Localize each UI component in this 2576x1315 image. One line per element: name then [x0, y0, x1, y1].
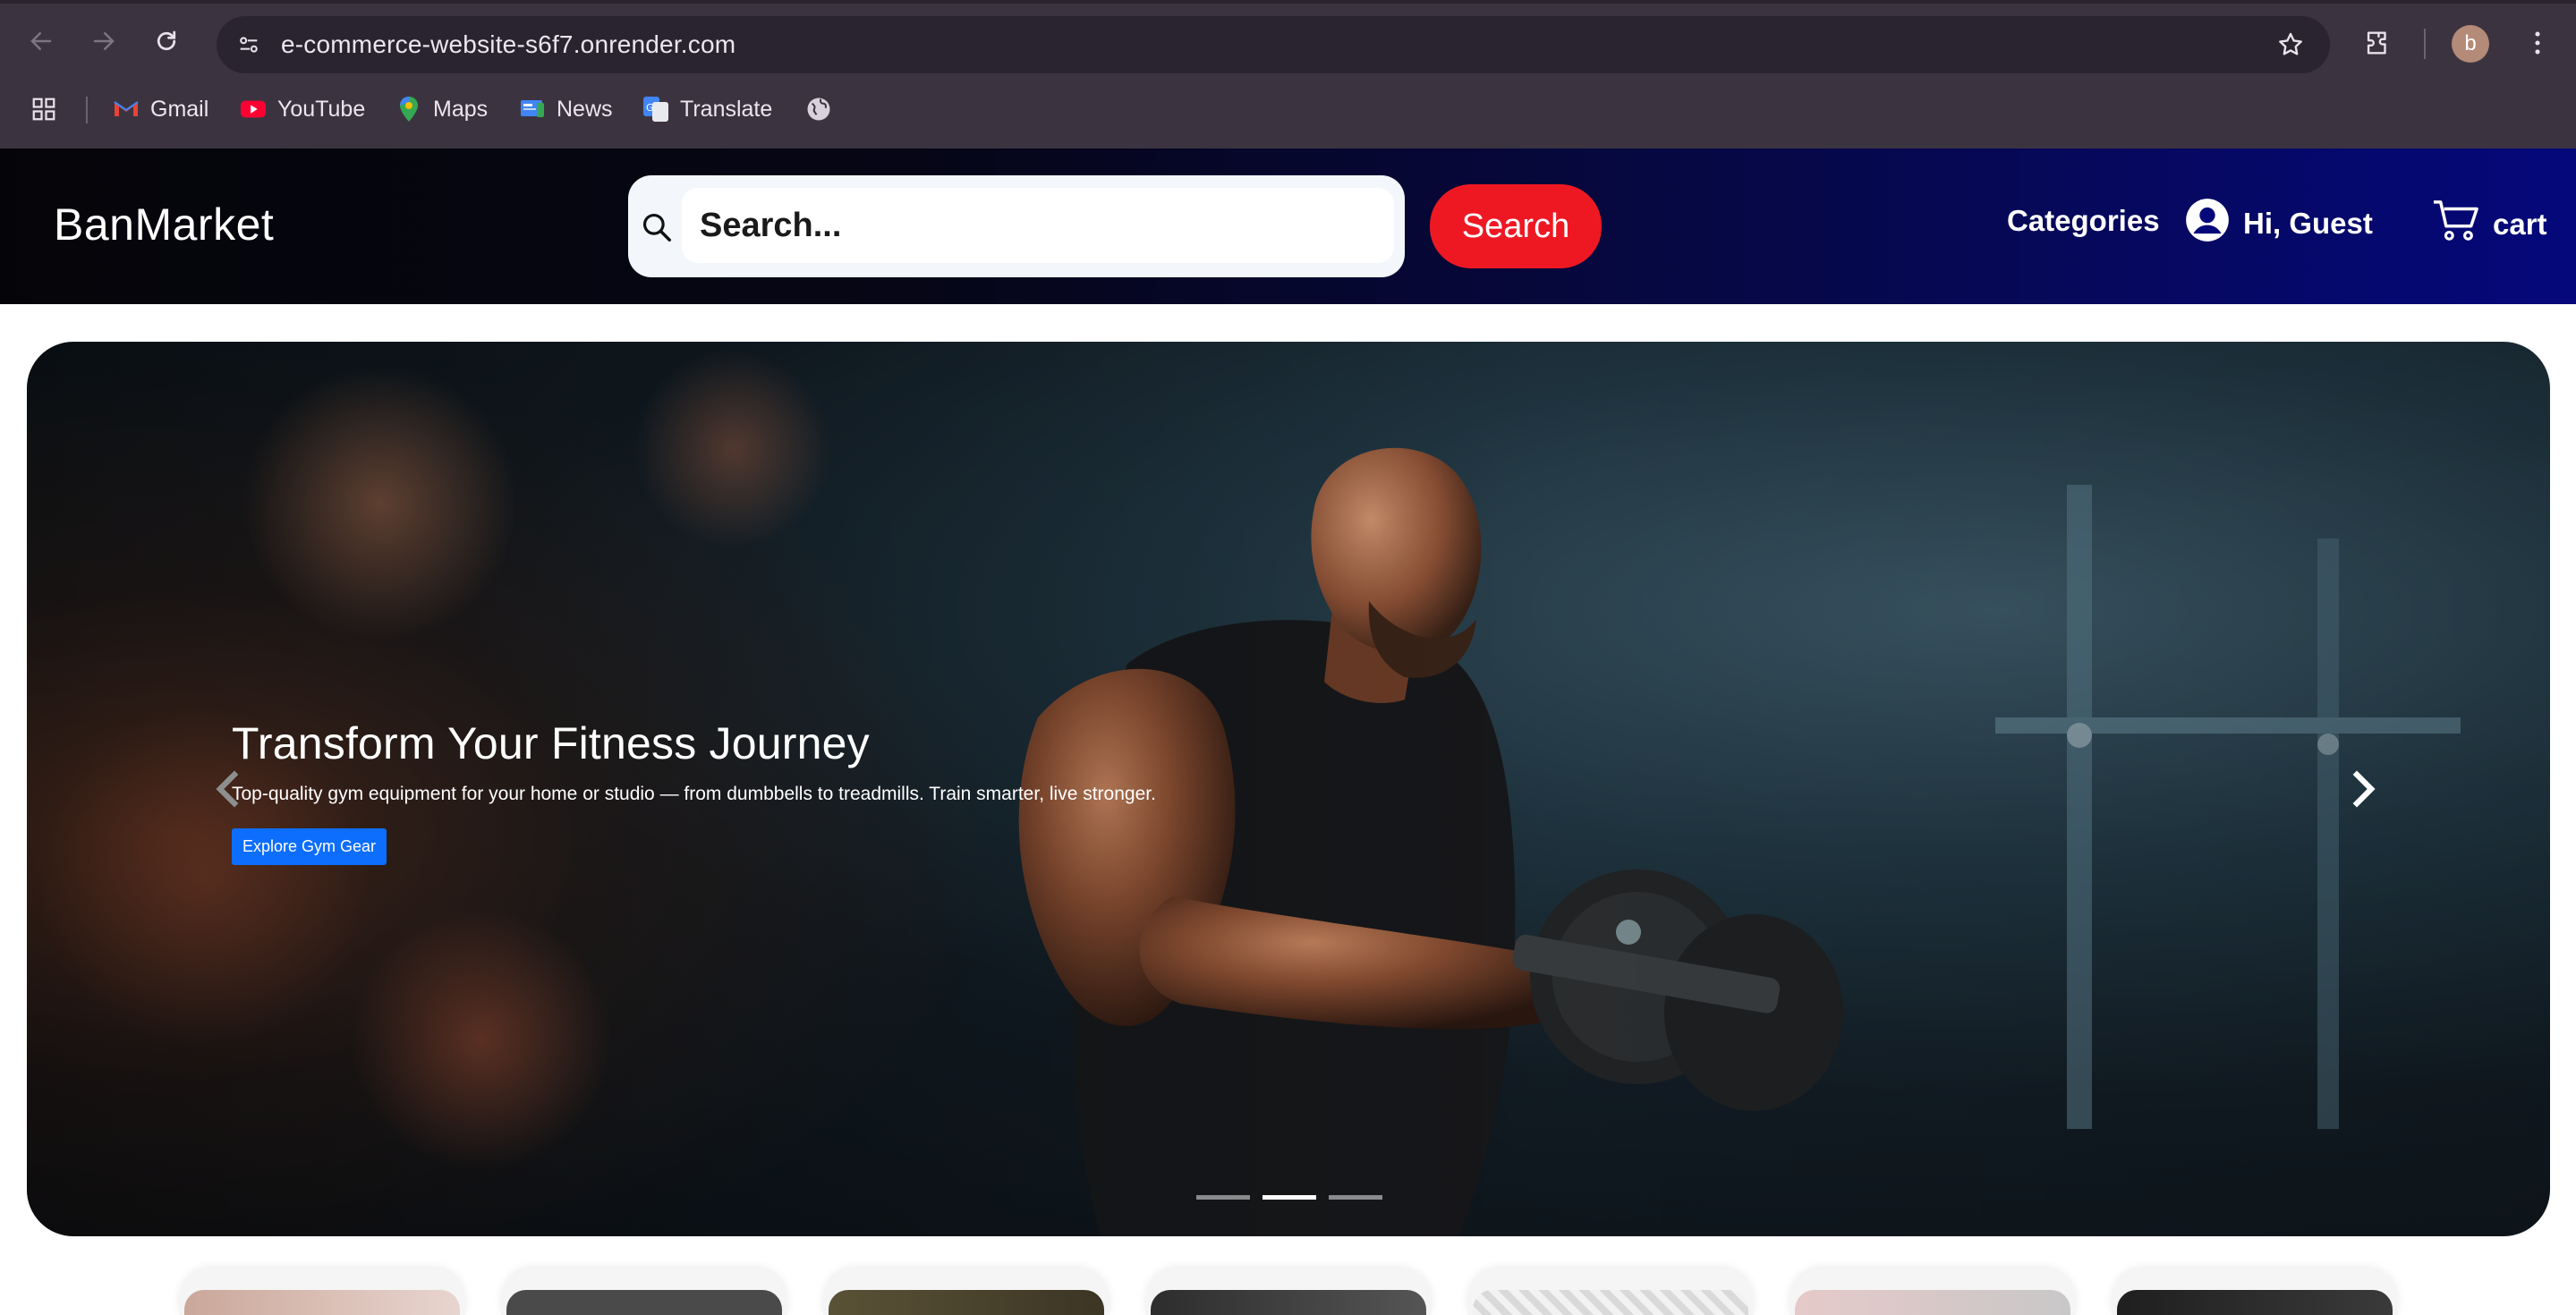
bookmark-label: Translate [680, 96, 773, 122]
gmail-icon [113, 96, 140, 123]
product-card[interactable] [501, 1268, 787, 1315]
apps-grid-button[interactable] [30, 86, 57, 132]
bookmark-label: YouTube [277, 96, 366, 122]
cart-icon [2432, 199, 2480, 250]
user-greeting: Hi, Guest [2243, 207, 2373, 240]
hero-title: Transform Your Fitness Journey [232, 718, 870, 768]
carousel-indicator-1[interactable] [1196, 1195, 1250, 1200]
cart-label: cart [2493, 208, 2547, 241]
menu-kebab-icon[interactable] [2518, 23, 2557, 63]
hero-carousel: Transform Your Fitness Journey Top-quali… [27, 342, 2550, 1236]
arrow-right-icon [93, 32, 115, 50]
translate-icon: G [642, 96, 669, 123]
chevron-right-icon [2352, 770, 2376, 808]
product-card[interactable] [823, 1268, 1109, 1315]
product-card[interactable] [2112, 1268, 2398, 1315]
bookmark-label: News [557, 96, 613, 122]
categories-label: Categories [2007, 204, 2160, 237]
product-thumbnail [2117, 1290, 2393, 1315]
brand-logo[interactable]: BanMarket [54, 199, 274, 250]
news-icon [519, 96, 546, 123]
bookmark-gmail[interactable]: Gmail [113, 86, 208, 132]
bookmark-star-icon[interactable] [2273, 27, 2308, 63]
search-box [628, 175, 1405, 277]
address-bar[interactable]: e-commerce-website-s6f7.onrender.com [217, 16, 2330, 73]
reload-button[interactable] [149, 23, 184, 59]
explore-gym-gear-button[interactable]: Explore Gym Gear [232, 828, 387, 865]
bookmark-globe[interactable] [805, 86, 832, 132]
product-strip [0, 1268, 2576, 1315]
user-account-link[interactable]: Hi, Guest [2184, 197, 2373, 250]
product-thumbnail [184, 1290, 460, 1315]
product-card[interactable] [179, 1268, 465, 1315]
back-button[interactable] [23, 23, 59, 59]
toolbar-divider [2424, 29, 2426, 59]
apps-grid-icon [30, 96, 57, 123]
reload-icon [157, 30, 176, 51]
search-icon [637, 208, 676, 247]
globe-icon [805, 96, 832, 123]
product-card[interactable] [1790, 1268, 2076, 1315]
cart-link[interactable]: cart [2432, 199, 2547, 250]
bookmark-translate[interactable]: G Translate [642, 86, 772, 132]
search-input[interactable] [682, 188, 1394, 263]
site-header: BanMarket Search Categories Hi, Guest ca… [0, 148, 2576, 304]
site-info-icon[interactable] [233, 29, 265, 61]
hero-subtitle: Top-quality gym equipment for your home … [232, 784, 1156, 804]
bookmark-news[interactable]: News [519, 86, 613, 132]
bookmark-youtube[interactable]: YouTube [240, 86, 365, 132]
product-card[interactable] [1145, 1268, 1432, 1315]
product-thumbnail [1795, 1290, 2070, 1315]
bookmark-label: Gmail [150, 96, 209, 122]
carousel-indicator-3[interactable] [1329, 1195, 1382, 1200]
product-thumbnail [506, 1290, 782, 1315]
tab-strip [0, 0, 2576, 4]
carousel-indicators [1196, 1195, 1382, 1200]
browser-chrome: e-commerce-website-s6f7.onrender.com b G… [0, 0, 2576, 148]
bookmarks-bar: Gmail YouTube Maps News G Translate [0, 86, 2576, 132]
product-card[interactable] [1467, 1268, 1754, 1315]
search-button[interactable]: Search [1430, 184, 1602, 268]
url-text[interactable]: e-commerce-website-s6f7.onrender.com [281, 16, 735, 73]
product-thumbnail [1151, 1290, 1426, 1315]
extensions-icon[interactable] [2358, 23, 2397, 63]
hero-caption: Transform Your Fitness Journey Top-quali… [232, 717, 1395, 865]
bookmark-maps[interactable]: Maps [395, 86, 488, 132]
maps-icon [395, 96, 422, 123]
user-circle-icon [2184, 197, 2231, 250]
bookmark-label: Maps [433, 96, 489, 122]
youtube-icon [240, 96, 267, 123]
arrow-left-icon [30, 32, 52, 50]
bookmarks-divider [86, 97, 88, 123]
forward-button[interactable] [86, 23, 122, 59]
svg-text:G: G [646, 102, 654, 114]
product-thumbnail [829, 1290, 1104, 1315]
product-thumbnail [1473, 1290, 1748, 1315]
profile-avatar[interactable]: b [2452, 25, 2489, 63]
carousel-indicator-2[interactable] [1262, 1195, 1316, 1200]
carousel-next-button[interactable] [2341, 762, 2385, 816]
categories-link[interactable]: Categories [2007, 204, 2160, 238]
